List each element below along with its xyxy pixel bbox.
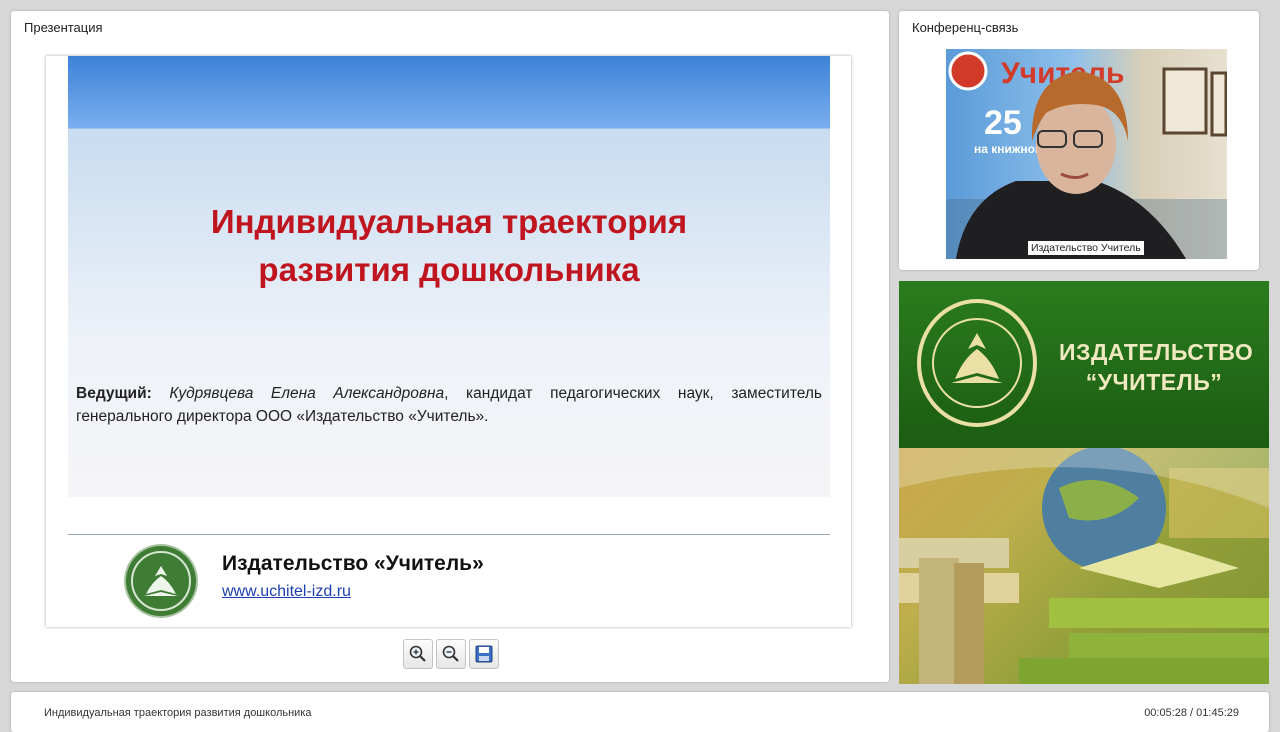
slide-presenter-info: Ведущий: Кудрявцева Елена Александровна,… (76, 382, 822, 428)
promo-line1: ИЗДАТЕЛЬСТВО (1059, 339, 1254, 365)
conference-panel-title: Конференц-связь (912, 20, 1019, 35)
save-button[interactable] (469, 639, 499, 669)
status-bar-title: Индивидуальная траектория развития дошко… (44, 707, 312, 719)
publisher-logo-icon (126, 546, 196, 616)
presentation-panel-title: Презентация (24, 20, 103, 35)
promo-logo-icon (917, 299, 1037, 427)
presenter-label: Ведущий: (76, 385, 152, 402)
zoom-in-button[interactable] (403, 639, 433, 669)
conference-panel: Конференц-связь Учитель 25 на книжном Из… (899, 11, 1259, 270)
presenter-video-icon: Учитель 25 на книжном (946, 51, 1227, 259)
slide-title-line1: Индивидуальная траектория (210, 203, 688, 240)
slide-publisher-name: Издательство «Учитель» (222, 552, 484, 575)
slide-publisher-link[interactable]: www.uchitel-izd.ru (222, 583, 351, 601)
playback-time: 00:05:28 / 01:45:29 (1144, 707, 1239, 719)
slide: Индивидуальная траектория развития дошко… (46, 56, 851, 627)
save-icon (475, 645, 493, 663)
poster-text-caption: на книжном (974, 142, 1044, 156)
slide-title: Индивидуальная траектория развития дошко… (108, 198, 790, 294)
promo-text: ИЗДАТЕЛЬСТВО “УЧИТЕЛЬ” (1059, 337, 1254, 397)
presenter-name: Кудрявцева Елена Александровна (169, 385, 445, 402)
video-feed[interactable]: Учитель 25 на книжном Издательство Учите… (946, 49, 1227, 259)
presentation-panel: Презентация Индивидуальная траектория ра… (11, 11, 889, 682)
slide-title-line2: развития дошкольника (258, 251, 640, 288)
status-bar: Индивидуальная траектория развития дошко… (11, 692, 1269, 732)
promo-line2: “УЧИТЕЛЬ” (1085, 369, 1223, 395)
slide-divider (68, 534, 830, 535)
zoom-in-icon (409, 645, 426, 662)
video-participant-label: Издательство Учитель (1028, 241, 1144, 255)
promo-banner: ИЗДАТЕЛЬСТВО “УЧИТЕЛЬ” (899, 281, 1269, 448)
books-globe-icon (899, 448, 1269, 684)
slide-content-area: Индивидуальная траектория развития дошко… (68, 56, 830, 497)
zoom-out-icon (442, 645, 459, 662)
zoom-out-button[interactable] (436, 639, 466, 669)
poster-text-number: 25 (984, 104, 1022, 142)
slide-banner (68, 56, 830, 129)
promo-image (899, 448, 1269, 684)
